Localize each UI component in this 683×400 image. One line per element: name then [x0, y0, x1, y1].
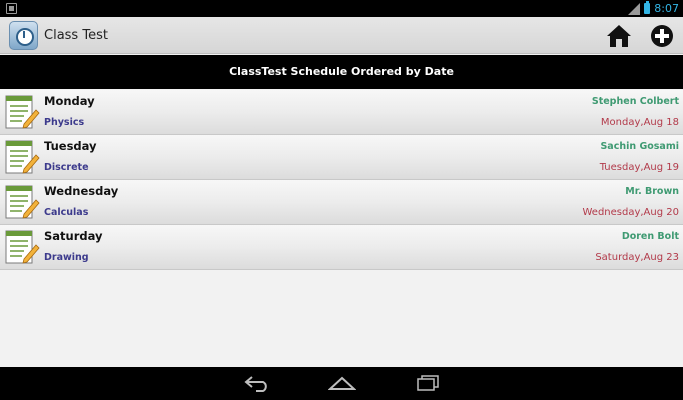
- row-teacher: Doren Bolt: [621, 231, 679, 242]
- recent-apps-icon: [417, 375, 439, 391]
- battery-icon: [644, 1, 651, 14]
- status-clock: 8:07: [654, 2, 679, 15]
- status-bar: 8:07: [0, 0, 683, 17]
- app-title: Class Test: [44, 28, 108, 43]
- row-subject: Discrete: [44, 162, 89, 173]
- back-button[interactable]: [243, 374, 271, 392]
- recent-apps-button[interactable]: [414, 374, 442, 392]
- row-subject: Physics: [44, 117, 85, 128]
- notification-icon: [6, 3, 17, 14]
- row-teacher: Sachin Gosami: [600, 141, 679, 152]
- notepad-pencil-icon: [4, 93, 40, 131]
- home-icon[interactable]: [606, 24, 632, 48]
- nav-home-button[interactable]: [327, 374, 357, 392]
- schedule-list: Monday Physics Stephen Colbert Monday,Au…: [0, 90, 683, 270]
- schedule-row[interactable]: Tuesday Discrete Sachin Gosami Tuesday,A…: [0, 135, 683, 180]
- nav-home-icon: [327, 376, 357, 390]
- row-date: Wednesday,Aug 20: [582, 207, 679, 218]
- row-day: Tuesday: [44, 139, 97, 153]
- row-teacher: Mr. Brown: [625, 186, 679, 197]
- row-date: Saturday,Aug 23: [595, 252, 679, 263]
- schedule-row[interactable]: Saturday Drawing Doren Bolt Saturday,Aug…: [0, 225, 683, 270]
- row-subject: Drawing: [44, 252, 89, 263]
- back-icon: [244, 376, 267, 392]
- schedule-header: ClassTest Schedule Ordered by Date: [0, 55, 683, 89]
- signal-icon: [626, 2, 641, 15]
- row-day: Saturday: [44, 229, 103, 243]
- notepad-pencil-icon: [4, 228, 40, 266]
- notepad-pencil-icon: [4, 183, 40, 221]
- add-button[interactable]: [650, 24, 674, 48]
- schedule-row[interactable]: Wednesday Calculas Mr. Brown Wednesday,A…: [0, 180, 683, 225]
- row-day: Wednesday: [44, 184, 119, 198]
- row-date: Monday,Aug 18: [600, 117, 679, 128]
- action-bar: Class Test: [0, 17, 683, 54]
- status-right: 8:07: [626, 0, 679, 17]
- app-clock-icon[interactable]: [9, 21, 38, 50]
- add-circle-icon: [651, 25, 673, 47]
- notepad-pencil-icon: [4, 138, 40, 176]
- row-date: Tuesday,Aug 19: [599, 162, 679, 173]
- schedule-row[interactable]: Monday Physics Stephen Colbert Monday,Au…: [0, 90, 683, 135]
- row-subject: Calculas: [44, 207, 89, 218]
- row-teacher: Stephen Colbert: [591, 96, 679, 107]
- navigation-bar: [0, 367, 683, 400]
- row-day: Monday: [44, 94, 95, 108]
